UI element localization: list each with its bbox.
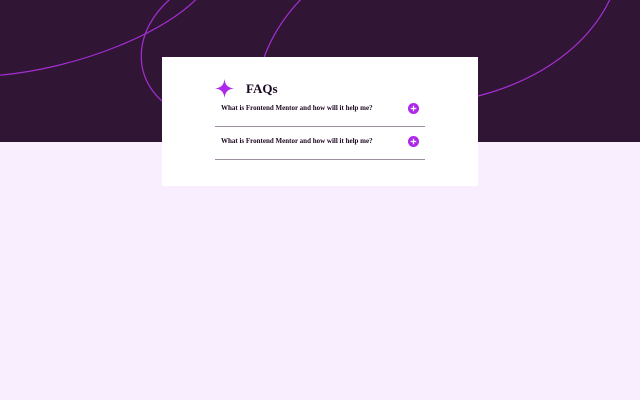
- faq-question[interactable]: What is Frontend Mentor and how will it …: [221, 137, 373, 145]
- page-title: FAQs: [246, 80, 278, 96]
- faq-item[interactable]: What is Frontend Mentor and how will it …: [215, 127, 425, 160]
- faq-list: What is Frontend Mentor and how will it …: [215, 94, 425, 160]
- faq-question[interactable]: What is Frontend Mentor and how will it …: [221, 104, 373, 112]
- plus-icon[interactable]: [408, 103, 419, 114]
- faq-card: FAQs What is Frontend Mentor and how wil…: [162, 57, 478, 186]
- faq-item[interactable]: What is Frontend Mentor and how will it …: [215, 94, 425, 127]
- plus-icon[interactable]: [408, 136, 419, 147]
